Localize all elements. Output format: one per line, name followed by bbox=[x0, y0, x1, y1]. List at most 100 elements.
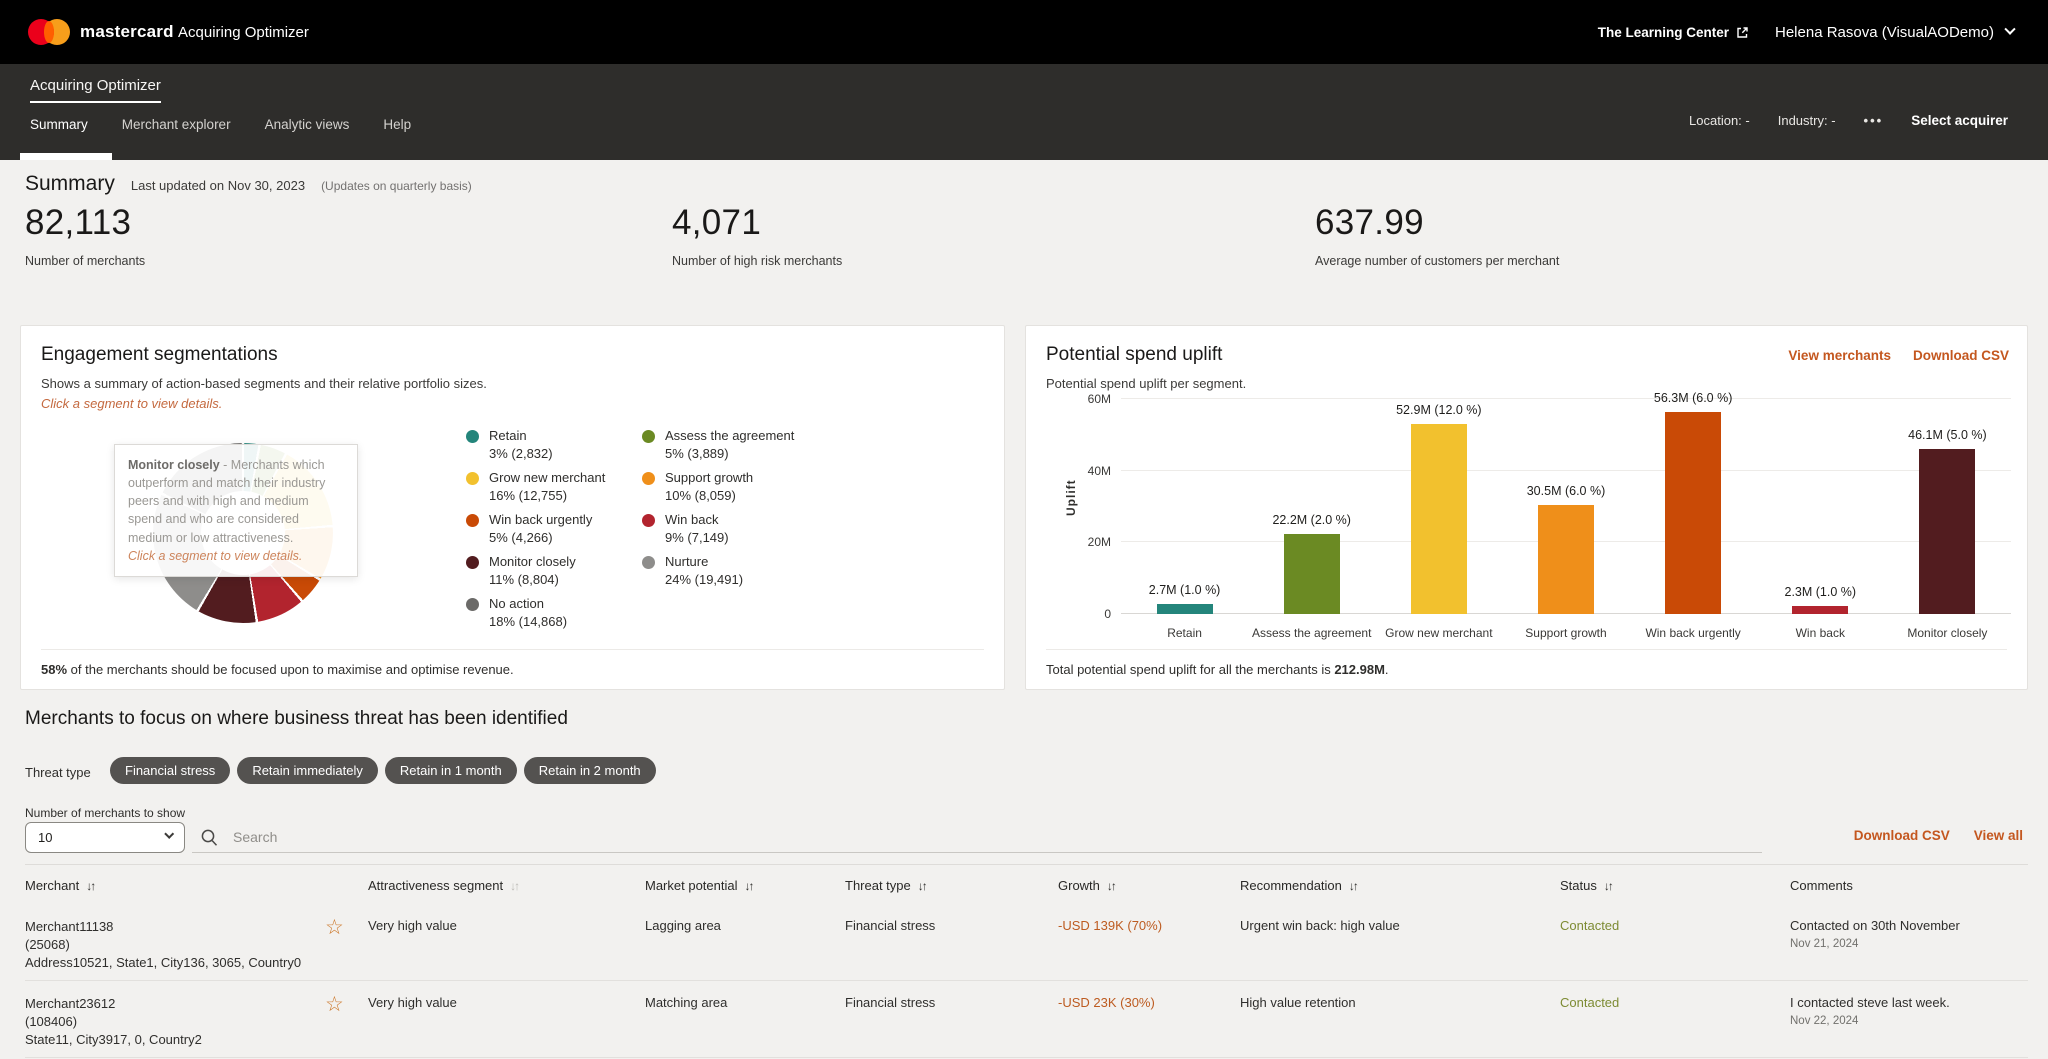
top-app-bar: mastercard Acquiring Optimizer The Learn… bbox=[0, 0, 2048, 64]
legend-text: Assess the agreement5% (3,889) bbox=[665, 428, 794, 470]
user-menu[interactable]: Helena Rasova (VisualAODemo) bbox=[1775, 24, 2014, 41]
sort-icon[interactable]: ↓↑ bbox=[1107, 879, 1115, 893]
bar-monitor-closely[interactable] bbox=[1919, 449, 1975, 614]
stat-number-of-merchants: 82,113 Number of merchants bbox=[25, 203, 665, 268]
bar-win-back[interactable] bbox=[1792, 606, 1848, 614]
comment-date: Nov 22, 2024 bbox=[1790, 1015, 2028, 1027]
column-header-recommendation[interactable]: Recommendation↓↑ bbox=[1240, 878, 1560, 893]
search-input[interactable] bbox=[233, 829, 633, 845]
column-header-label: Status bbox=[1560, 878, 1597, 893]
legend-item[interactable]: Monitor closely11% (8,804) bbox=[466, 554, 642, 596]
column-header-label: Market potential bbox=[645, 878, 738, 893]
tab-merchant-explorer[interactable]: Merchant explorer bbox=[122, 117, 231, 132]
legend-item[interactable]: Win back urgently5% (4,266) bbox=[466, 512, 642, 554]
engagement-segmentations-panel: Engagement segmentations Shows a summary… bbox=[20, 325, 1005, 690]
cell-threat-type: Financial stress bbox=[845, 995, 1058, 1049]
legend-item[interactable]: Nurture24% (19,491) bbox=[642, 554, 818, 596]
column-header-status[interactable]: Status ↓↑ bbox=[1560, 878, 1790, 893]
gridline bbox=[1121, 470, 2011, 471]
cell-merchant: Merchant23612(108406)State11, City3917, … bbox=[25, 995, 368, 1049]
tab-summary[interactable]: Summary bbox=[30, 117, 88, 132]
sort-icon[interactable]: ↓↑ bbox=[1349, 879, 1357, 893]
page-title: Summary bbox=[25, 172, 115, 196]
sort-icon[interactable]: ↓↑ bbox=[1604, 879, 1612, 893]
sort-icon[interactable]: ↓↑ bbox=[86, 879, 94, 893]
stat-avg-customers: 637.99 Average number of customers per m… bbox=[1315, 203, 1955, 268]
y-tick-label: 20M bbox=[1063, 535, 1111, 549]
gridline bbox=[1121, 398, 2011, 399]
view-all-link[interactable]: View all bbox=[1974, 828, 2023, 843]
tab-analytic-views[interactable]: Analytic views bbox=[265, 117, 350, 132]
merchant-name[interactable]: Merchant23612 bbox=[25, 995, 318, 1013]
sort-icon[interactable]: ↓↑ bbox=[918, 879, 926, 893]
select-acquirer-button[interactable]: Select acquirer bbox=[1911, 113, 2008, 128]
legend-item[interactable]: Win back9% (7,149) bbox=[642, 512, 818, 554]
legend-dot-icon bbox=[642, 430, 655, 443]
column-header-threat-type[interactable]: Threat type↓↑ bbox=[845, 878, 1058, 893]
learning-center-link[interactable]: The Learning Center bbox=[1598, 25, 1749, 40]
sort-icon[interactable]: ↓↑ bbox=[510, 879, 518, 893]
star-icon[interactable]: ☆ bbox=[325, 918, 344, 938]
table-row[interactable]: Merchant23612(108406)State11, City3917, … bbox=[25, 981, 2028, 1058]
x-category-label: Support growth bbox=[1502, 626, 1629, 640]
threat-pill[interactable]: Financial stress bbox=[110, 757, 230, 784]
potential-spend-uplift-panel: Potential spend uplift View merchants Do… bbox=[1025, 325, 2028, 690]
threat-pill[interactable]: Retain in 1 month bbox=[385, 757, 517, 784]
view-merchants-link[interactable]: View merchants bbox=[1788, 348, 1891, 363]
merchant-count-value: 10 bbox=[38, 830, 52, 845]
location-filter[interactable]: Location: - bbox=[1689, 113, 1750, 128]
product-tab-acquiring-optimizer[interactable]: Acquiring Optimizer bbox=[30, 77, 161, 103]
cell-market-potential: Lagging area bbox=[645, 918, 845, 972]
column-header-growth[interactable]: Growth ↓↑ bbox=[1058, 878, 1240, 893]
legend-dot-icon bbox=[466, 514, 479, 527]
table-row[interactable]: Merchant11138(25068)Address10521, State1… bbox=[25, 904, 2028, 981]
threat-pill[interactable]: Retain in 2 month bbox=[524, 757, 656, 784]
legend-item[interactable]: No action 18% (14,868) bbox=[466, 596, 642, 638]
tab-help[interactable]: Help bbox=[383, 117, 411, 132]
tooltip-hint[interactable]: Click a segment to view details. bbox=[128, 547, 344, 565]
legend-dot-icon bbox=[466, 598, 479, 611]
legend-value: 5% (4,266) bbox=[489, 530, 592, 545]
comment-date: Nov 21, 2024 bbox=[1790, 938, 2028, 950]
legend-label: No action bbox=[489, 596, 567, 612]
comment-text: I contacted steve last week. bbox=[1790, 995, 2028, 1010]
bar-value-label: 22.2M (2.0 %) bbox=[1232, 513, 1392, 527]
legend-value: 24% (19,491) bbox=[665, 572, 743, 587]
sort-icon[interactable]: ↓↑ bbox=[745, 879, 753, 893]
merchant-name[interactable]: Merchant11138 bbox=[25, 918, 318, 936]
legend-value: 10% (8,059) bbox=[665, 488, 753, 503]
legend-value: 18% (14,868) bbox=[489, 614, 567, 629]
legend-dot-icon bbox=[466, 556, 479, 569]
total-value: 212.98M bbox=[1334, 662, 1385, 677]
bar-support-growth[interactable] bbox=[1538, 505, 1594, 614]
bar-assess-the-agreement[interactable] bbox=[1284, 534, 1340, 614]
legend-item[interactable]: Retain3% (2,832) bbox=[466, 428, 642, 470]
bar-retain[interactable] bbox=[1157, 604, 1213, 614]
more-options-icon[interactable]: ••• bbox=[1864, 113, 1884, 128]
panel-subtitle: Potential spend uplift per segment. bbox=[1046, 376, 1246, 391]
column-header-merchant[interactable]: Merchant↓↑ bbox=[25, 878, 368, 893]
legend-label: Assess the agreement bbox=[665, 428, 794, 444]
merchant-count-select[interactable]: 10 bbox=[25, 822, 185, 853]
table-download-csv-link[interactable]: Download CSV bbox=[1854, 828, 1950, 843]
cell-growth: -USD 23K (30%) bbox=[1058, 995, 1240, 1049]
legend-dot-icon bbox=[466, 430, 479, 443]
engagement-footer: 58% of the merchants should be focused u… bbox=[41, 649, 984, 677]
bar-win-back-urgently[interactable] bbox=[1665, 412, 1721, 614]
active-tab-indicator bbox=[20, 153, 112, 160]
legend-item[interactable]: Grow new merchant16% (12,755) bbox=[466, 470, 642, 512]
industry-filter[interactable]: Industry: - bbox=[1778, 113, 1836, 128]
column-header-comments[interactable]: Comments bbox=[1790, 878, 2028, 893]
threat-pill[interactable]: Retain immediately bbox=[237, 757, 378, 784]
bar-grow-new-merchant[interactable] bbox=[1411, 424, 1467, 614]
legend-item[interactable]: Assess the agreement5% (3,889) bbox=[642, 428, 818, 470]
navigation-bar: Acquiring Optimizer Summary Merchant expl… bbox=[0, 64, 2048, 160]
legend-item[interactable]: Support growth10% (8,059) bbox=[642, 470, 818, 512]
merchant-count-label: Number of merchants to show bbox=[25, 806, 185, 820]
star-icon[interactable]: ☆ bbox=[325, 995, 344, 1015]
column-header-market-potential[interactable]: Market potential ↓↑ bbox=[645, 878, 845, 893]
download-csv-link[interactable]: Download CSV bbox=[1913, 348, 2009, 363]
column-header-label: Growth bbox=[1058, 878, 1100, 893]
column-header-attractiveness-segment[interactable]: Attractiveness segment↓↑ bbox=[368, 878, 645, 893]
click-segment-hint[interactable]: Click a segment to view details. bbox=[41, 396, 222, 411]
